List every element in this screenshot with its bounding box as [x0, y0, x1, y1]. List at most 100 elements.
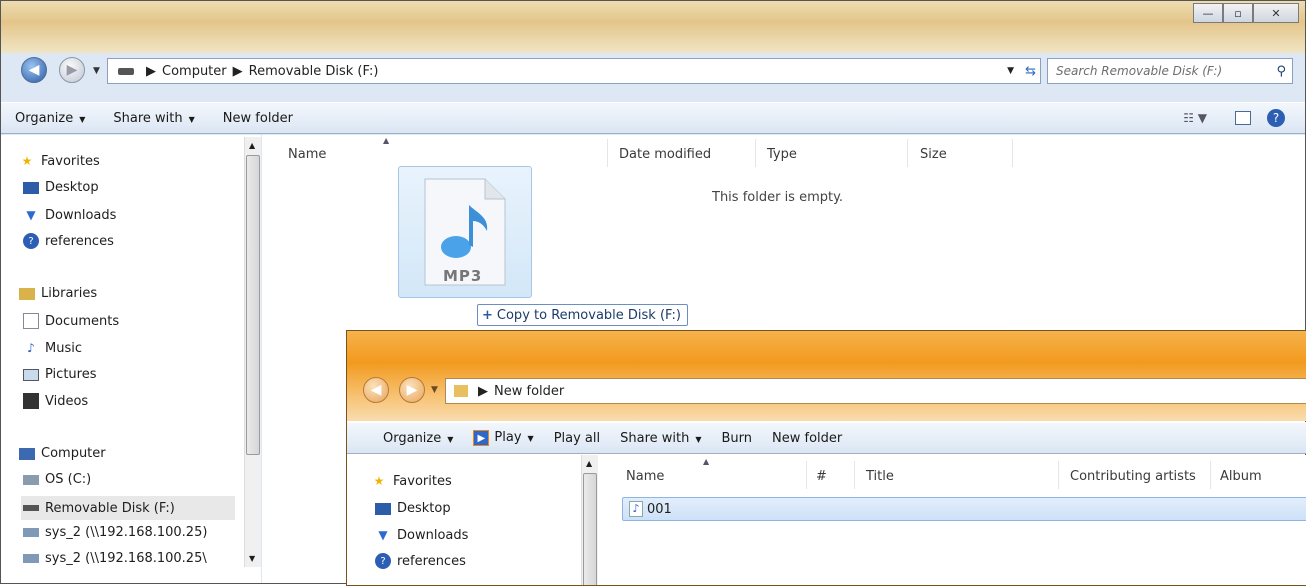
breadcrumb-removable-disk[interactable]: Removable Disk (F:): [249, 64, 379, 79]
recent-pages-chevron-icon[interactable]: ▼: [431, 385, 438, 395]
videos-icon: [23, 393, 39, 409]
nav-os-drive[interactable]: OS (C:): [23, 472, 91, 487]
table-row[interactable]: ♪ 001: [622, 497, 1306, 521]
nav-pictures[interactable]: Pictures: [23, 367, 96, 382]
nav-scrollbar[interactable]: ▲: [581, 455, 598, 585]
explorer-window-new-folder: ◀ ▶ ▼ ▶ New folder Organize ▼ ▶ Play ▼ Play…: [346, 330, 1306, 586]
new-folder-button[interactable]: New folder: [223, 111, 293, 126]
column-divider[interactable]: [907, 139, 908, 167]
crumb-separator-icon: ▶: [232, 63, 243, 79]
nav-downloads[interactable]: ▼ Downloads: [375, 527, 468, 543]
minimize-button[interactable]: —: [1193, 3, 1223, 23]
address-dropdown-icon[interactable]: ▼: [1007, 66, 1014, 76]
folder-icon: [454, 385, 468, 397]
nav-desktop[interactable]: Desktop: [375, 501, 451, 516]
nav-computer[interactable]: Computer: [19, 446, 106, 461]
search-icon[interactable]: ⚲: [1276, 64, 1286, 79]
scroll-thumb[interactable]: [246, 155, 260, 455]
music-file-icon: ♪: [629, 501, 643, 517]
column-header-name[interactable]: Name: [288, 147, 326, 162]
pictures-icon: [23, 368, 39, 381]
scroll-down-icon[interactable]: ▼: [249, 554, 255, 563]
organize-button[interactable]: Organize ▼: [383, 431, 453, 446]
forward-button[interactable]: ▶: [399, 377, 425, 403]
help-icon[interactable]: ?: [1267, 109, 1285, 127]
scroll-up-icon[interactable]: ▲: [249, 141, 255, 150]
nav-videos[interactable]: Videos: [23, 393, 88, 409]
title-bar[interactable]: [1, 1, 1305, 53]
dragged-file-preview: MP3: [398, 166, 532, 298]
plus-icon: +: [482, 307, 493, 323]
nav-desktop[interactable]: Desktop: [23, 180, 99, 195]
share-with-button[interactable]: Share with ▼: [620, 431, 701, 446]
column-divider[interactable]: [1058, 461, 1059, 489]
back-button[interactable]: ◀: [21, 57, 47, 83]
nav-network-share-2[interactable]: sys_2 (\\192.168.100.25\: [23, 551, 207, 566]
nav-favorites[interactable]: ★ Favorites: [371, 473, 452, 489]
desktop-icon: [375, 502, 391, 515]
maximize-button[interactable]: ▫: [1223, 3, 1253, 23]
navigation-pane: ★ Favorites Desktop ▼ Downloads ? reference…: [347, 455, 597, 585]
scroll-thumb[interactable]: [583, 473, 597, 585]
column-divider[interactable]: [1012, 139, 1013, 167]
preview-pane-icon[interactable]: [1235, 111, 1251, 125]
column-divider[interactable]: [755, 139, 756, 167]
content-pane: ▲ Name # Title Contributing artists Albu…: [598, 455, 1306, 585]
sort-ascending-icon: ▲: [703, 457, 710, 466]
column-header-date-modified[interactable]: Date modified: [619, 147, 711, 162]
nav-documents[interactable]: Documents: [23, 313, 119, 329]
nav-downloads[interactable]: ▼ Downloads: [23, 207, 116, 223]
downloads-icon: ▼: [378, 528, 388, 542]
nav-network-share-1[interactable]: sys_2 (\\192.168.100.25): [23, 525, 207, 540]
crumb-separator-icon: ▶: [146, 63, 156, 79]
recent-pages-chevron-icon[interactable]: ▼: [93, 66, 100, 76]
back-button[interactable]: ◀: [363, 377, 389, 403]
navigation-pane: ★ Favorites Desktop ▼ Downloads ? reference…: [1, 135, 261, 583]
caption-buttons: — ▫ ✕: [1193, 3, 1299, 23]
address-bar[interactable]: ▶ New folder: [445, 378, 1306, 404]
column-header-size[interactable]: Size: [920, 147, 947, 162]
removable-drive-icon: [23, 505, 39, 511]
breadcrumb-new-folder[interactable]: New folder: [494, 384, 564, 399]
organize-button[interactable]: Organize ▼: [15, 111, 85, 126]
nav-music[interactable]: ♪ Music: [23, 340, 82, 356]
forward-button[interactable]: ▶: [59, 57, 85, 83]
scroll-up-icon[interactable]: ▲: [586, 459, 592, 468]
column-header-title[interactable]: Title: [866, 469, 894, 484]
address-bar[interactable]: ▶ Computer ▶ Removable Disk (F:) ▼ ⇆: [107, 58, 1041, 84]
column-header-album[interactable]: Album: [1220, 469, 1262, 484]
nav-references[interactable]: ? references: [23, 233, 114, 249]
nav-favorites[interactable]: ★ Favorites: [19, 153, 100, 169]
help-icon: ?: [23, 233, 39, 249]
column-header-number[interactable]: #: [816, 469, 827, 484]
search-box[interactable]: Search Removable Disk (F:) ⚲: [1047, 58, 1293, 84]
search-placeholder: Search Removable Disk (F:): [1056, 64, 1223, 78]
crumb-separator-icon: ▶: [478, 383, 488, 399]
drag-drop-tooltip: + Copy to Removable Disk (F:): [477, 304, 688, 326]
nav-libraries[interactable]: Libraries: [19, 286, 97, 301]
column-header-contributing-artists[interactable]: Contributing artists: [1070, 469, 1196, 484]
nav-scrollbar[interactable]: ▲ ▼: [244, 137, 261, 567]
nav-removable-disk[interactable]: Removable Disk (F:): [21, 496, 235, 520]
breadcrumb-computer[interactable]: Computer: [162, 64, 227, 79]
view-options-icon[interactable]: ☷ ▼: [1183, 111, 1207, 125]
column-divider[interactable]: [1210, 461, 1211, 489]
share-with-button[interactable]: Share with ▼: [113, 111, 194, 126]
desktop-icon: [23, 181, 39, 194]
command-bar: Organize ▼ Share with ▼ New folder ☷ ▼ ?: [1, 102, 1305, 134]
column-divider[interactable]: [607, 139, 608, 167]
column-header-type[interactable]: Type: [767, 147, 797, 162]
column-header-name[interactable]: Name: [626, 469, 664, 484]
network-drive-icon: [23, 554, 39, 563]
file-type-label: MP3: [443, 267, 483, 285]
column-divider[interactable]: [806, 461, 807, 489]
title-bar[interactable]: [347, 331, 1306, 421]
new-folder-button[interactable]: New folder: [772, 431, 842, 446]
burn-button[interactable]: Burn: [722, 431, 753, 446]
play-all-button[interactable]: Play all: [554, 431, 600, 446]
nav-references[interactable]: ? references: [375, 553, 466, 569]
refresh-icon[interactable]: ⇆: [1025, 64, 1036, 79]
column-divider[interactable]: [854, 461, 855, 489]
close-button[interactable]: ✕: [1253, 3, 1299, 23]
play-button[interactable]: ▶ Play ▼: [473, 430, 534, 446]
